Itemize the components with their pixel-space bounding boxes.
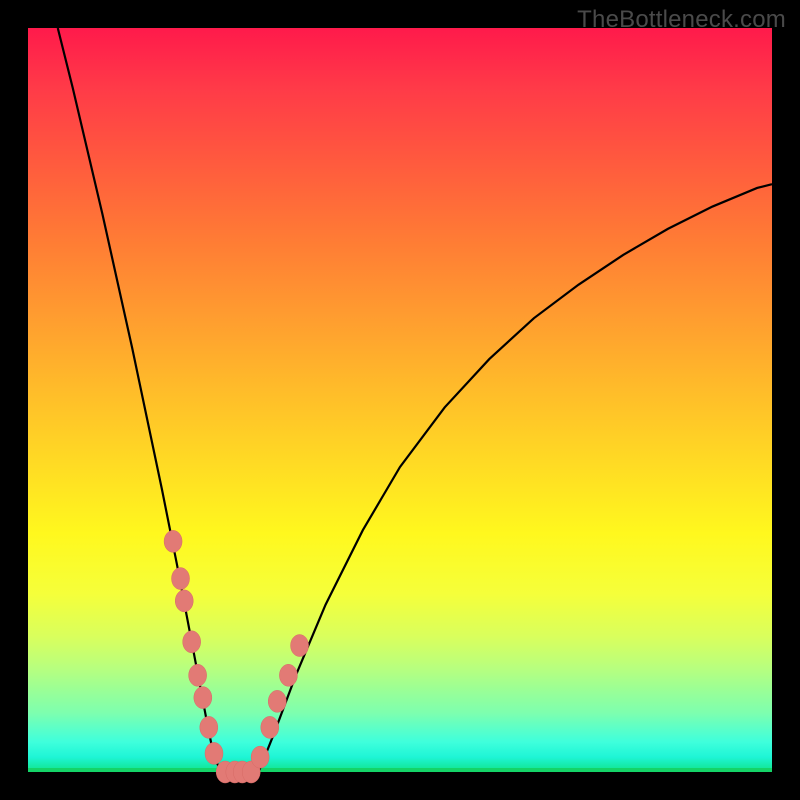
data-marker bbox=[205, 742, 223, 764]
data-marker bbox=[279, 664, 297, 686]
data-marker bbox=[261, 716, 279, 738]
data-marker bbox=[200, 716, 218, 738]
data-marker bbox=[268, 690, 286, 712]
curve-left-arm bbox=[58, 28, 222, 772]
data-marker bbox=[194, 687, 212, 709]
data-marker bbox=[291, 635, 309, 657]
chart-frame: TheBottleneck.com bbox=[0, 0, 800, 800]
data-marker bbox=[164, 530, 182, 552]
curve-segment bbox=[259, 184, 772, 772]
plot-area bbox=[28, 28, 772, 772]
marker-group bbox=[164, 530, 308, 783]
data-marker bbox=[183, 631, 201, 653]
watermark-text: TheBottleneck.com bbox=[577, 6, 786, 34]
data-marker bbox=[251, 746, 269, 768]
curve-segment bbox=[58, 28, 222, 772]
data-marker bbox=[175, 590, 193, 612]
curve-layer bbox=[28, 28, 772, 772]
curve-right-arm bbox=[259, 184, 772, 772]
data-marker bbox=[172, 568, 190, 590]
data-marker bbox=[189, 664, 207, 686]
